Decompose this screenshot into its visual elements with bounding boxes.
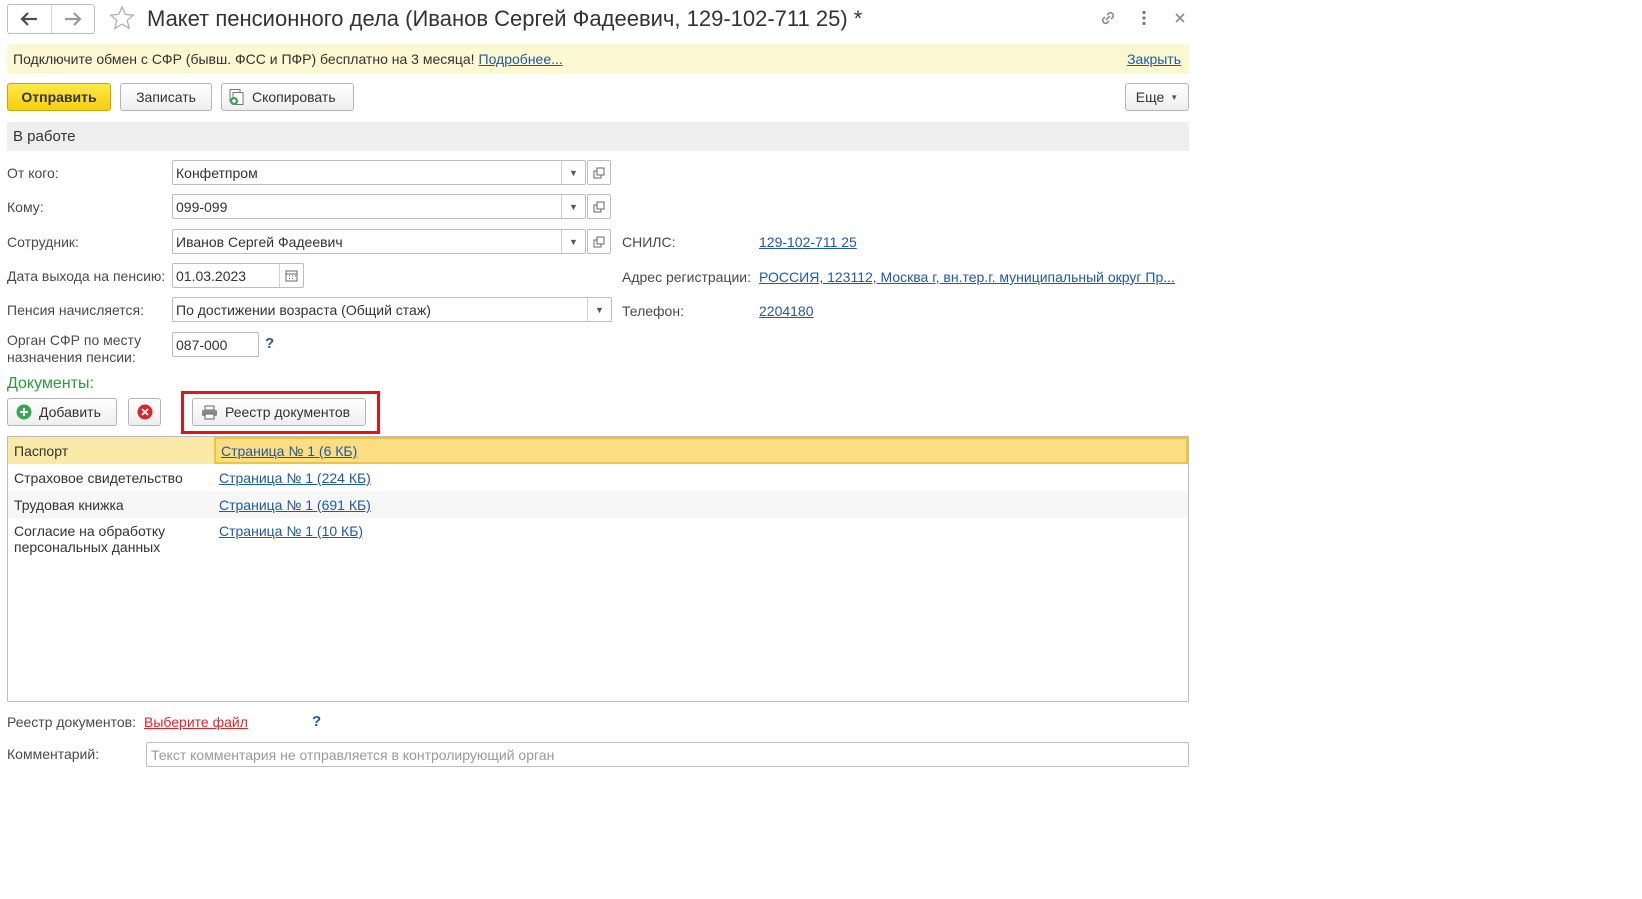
phone-label: Телефон: [622, 303, 684, 319]
chevron-down-icon: ▼ [1170, 92, 1179, 102]
document-name: Паспорт [14, 443, 69, 459]
status-bar: В работе [7, 122, 1189, 151]
table-row[interactable]: Согласие на обработку персональных данны… [8, 518, 1188, 558]
info-close-link[interactable]: Закрыть [1127, 51, 1181, 67]
document-file-link[interactable]: Страница № 1 (691 КБ) [219, 497, 371, 513]
open-window-icon [593, 167, 605, 178]
plus-circle-icon [16, 404, 32, 420]
pension-field[interactable]: По достижении возраста (Общий стаж) ▼ [172, 297, 612, 322]
registry-file-link[interactable]: Выберите файл [144, 714, 248, 730]
navigation-group [7, 4, 95, 34]
table-row[interactable]: Страховое свидетельство Страница № 1 (22… [8, 464, 1188, 491]
document-name-line2: персональных данных [14, 539, 161, 555]
document-file-link[interactable]: Страница № 1 (10 КБ) [219, 523, 363, 539]
chevron-down-icon[interactable]: ▼ [561, 161, 585, 184]
sfr-label-line1: Орган СФР по месту [7, 332, 142, 348]
from-value: Конфетпром [176, 164, 258, 181]
chevron-down-icon[interactable]: ▼ [561, 195, 585, 218]
copy-icon [229, 89, 244, 105]
document-name: Страховое свидетельство [14, 470, 183, 486]
comment-label: Комментарий: [7, 746, 100, 762]
address-link[interactable]: РОССИЯ, 123112, Москва г, вн.тер.г. муни… [759, 269, 1175, 285]
documents-title: Документы: [7, 375, 94, 392]
sfr-value: 087-000 [176, 336, 228, 353]
pension-value: По достижении возраста (Общий стаж) [176, 301, 431, 318]
highlight-frame [181, 391, 380, 434]
delete-icon [137, 404, 152, 420]
table-row[interactable]: Паспорт Страница № 1 (6 КБ) [8, 437, 1188, 464]
document-name-line1: Согласие на обработку [14, 523, 166, 539]
comment-input[interactable]: Текст комментария не отправляется в конт… [146, 742, 1189, 767]
help-icon[interactable]: ? [312, 713, 321, 730]
from-field[interactable]: Конфетпром ▼ [172, 160, 586, 185]
documents-table: Паспорт Страница № 1 (6 КБ) Страховое св… [7, 436, 1189, 702]
arrow-right-icon [64, 12, 82, 26]
registry-label: Реестр документов: [7, 714, 136, 730]
info-bar: Подключите обмен с СФР (бывш. ФСС и ПФР)… [7, 44, 1189, 74]
to-label: Кому: [7, 199, 44, 215]
info-more-link[interactable]: Подробнее... [479, 51, 563, 67]
favorite-star-icon[interactable] [108, 4, 136, 34]
retire-date-label: Дата выхода на пенсию: [7, 268, 166, 284]
retire-date-field[interactable]: 01.03.2023 [172, 263, 304, 288]
add-document-button[interactable]: Добавить [7, 398, 117, 426]
status-text: В работе [13, 128, 76, 145]
help-icon[interactable]: ? [265, 335, 274, 352]
document-name: Согласие на обработку персональных данны… [8, 518, 214, 558]
address-label: Адрес регистрации: [622, 269, 752, 285]
open-to-button[interactable] [587, 194, 611, 219]
calendar-icon[interactable] [279, 264, 303, 287]
to-field[interactable]: 099-099 ▼ [172, 194, 586, 219]
link-icon[interactable] [1096, 6, 1120, 30]
document-file-link[interactable]: Страница № 1 (224 КБ) [219, 470, 371, 486]
open-window-icon [593, 201, 605, 212]
table-row[interactable]: Трудовая книжка Страница № 1 (691 КБ) [8, 491, 1188, 518]
from-label: От кого: [7, 165, 59, 181]
employee-value: Иванов Сергей Фадеевич [176, 233, 343, 250]
to-value: 099-099 [176, 198, 228, 215]
sfr-label: Орган СФР по месту назначения пенсии: [7, 332, 141, 366]
copy-button[interactable]: Скопировать [221, 83, 354, 111]
info-bar-text: Подключите обмен с СФР (бывш. ФСС и ПФР)… [13, 51, 475, 67]
pension-label: Пенсия начисляется: [7, 302, 144, 318]
delete-document-button[interactable] [128, 398, 161, 426]
sfr-field[interactable]: 087-000 [172, 332, 259, 357]
snils-label: СНИЛС: [622, 234, 676, 250]
arrow-left-icon [20, 12, 38, 26]
page-title: Макет пенсионного дела (Иванов Сергей Фа… [147, 6, 863, 31]
more-button[interactable]: Еще ▼ [1125, 83, 1189, 111]
employee-field[interactable]: Иванов Сергей Фадеевич ▼ [172, 229, 586, 254]
retire-date-value: 01.03.2023 [176, 267, 247, 284]
more-button-label: Еще [1135, 89, 1165, 105]
open-employee-button[interactable] [587, 229, 611, 254]
copy-button-label: Скопировать [252, 89, 336, 105]
open-window-icon [593, 236, 605, 247]
close-icon[interactable] [1168, 6, 1192, 30]
back-button[interactable] [8, 5, 51, 33]
employee-label: Сотрудник: [7, 234, 79, 250]
send-button[interactable]: Отправить [7, 83, 111, 111]
chevron-down-icon[interactable]: ▼ [561, 230, 585, 253]
add-document-label: Добавить [39, 404, 101, 420]
open-from-button[interactable] [587, 160, 611, 185]
phone-link[interactable]: 2204180 [759, 303, 814, 319]
forward-button[interactable] [50, 5, 95, 33]
document-file-link[interactable]: Страница № 1 (6 КБ) [221, 443, 357, 459]
more-actions-icon[interactable] [1132, 6, 1156, 30]
snils-link[interactable]: 129-102-711 25 [759, 234, 857, 250]
document-name: Трудовая книжка [14, 497, 124, 513]
chevron-down-icon[interactable]: ▼ [587, 298, 611, 321]
sfr-label-line2: назначения пенсии: [7, 349, 136, 365]
save-button[interactable]: Записать [120, 83, 212, 111]
